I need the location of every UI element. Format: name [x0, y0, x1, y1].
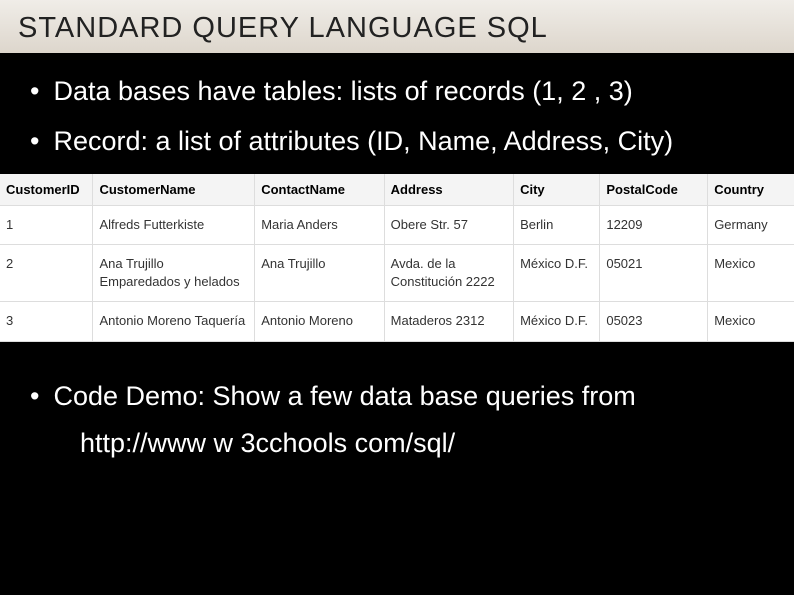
cell-postal: 12209: [600, 205, 708, 244]
bullet-text: Record: a list of attributes (ID, Name, …: [53, 123, 764, 159]
bullet-list-top: • Data bases have tables: lists of recor…: [0, 53, 794, 160]
cell-cname: Ana Trujillo Emparedados y helados: [93, 245, 255, 302]
data-table-wrap: CustomerID CustomerName ContactName Addr…: [0, 174, 794, 342]
cell-addr: Obere Str. 57: [384, 205, 513, 244]
bullet-marker: •: [30, 123, 39, 159]
cell-addr: Mataderos 2312: [384, 302, 513, 341]
table-row: 1 Alfreds Futterkiste Maria Anders Obere…: [0, 205, 794, 244]
cell-city: México D.F.: [514, 302, 600, 341]
cell-city: Berlin: [514, 205, 600, 244]
cell-country: Mexico: [708, 302, 794, 341]
cell-contact: Antonio Moreno: [255, 302, 384, 341]
col-header-cname: CustomerName: [93, 174, 255, 206]
bullet-item: • Data bases have tables: lists of recor…: [30, 73, 764, 109]
cell-country: Mexico: [708, 245, 794, 302]
bullet-item: • Record: a list of attributes (ID, Name…: [30, 123, 764, 159]
cell-id: 1: [0, 205, 93, 244]
cell-cname: Antonio Moreno Taquería: [93, 302, 255, 341]
table-header-row: CustomerID CustomerName ContactName Addr…: [0, 174, 794, 206]
col-header-contact: ContactName: [255, 174, 384, 206]
bullet-list-bottom: • Code Demo: Show a few data base querie…: [0, 342, 794, 414]
customers-table: CustomerID CustomerName ContactName Addr…: [0, 174, 794, 342]
cell-postal: 05021: [600, 245, 708, 302]
slide-title: STANDARD QUERY LANGUAGE SQL: [0, 0, 794, 53]
table-row: 2 Ana Trujillo Emparedados y helados Ana…: [0, 245, 794, 302]
bullet-text: Code Demo: Show a few data base queries …: [53, 378, 764, 414]
slide: STANDARD QUERY LANGUAGE SQL • Data bases…: [0, 0, 794, 595]
cell-contact: Ana Trujillo: [255, 245, 384, 302]
cell-contact: Maria Anders: [255, 205, 384, 244]
cell-id: 2: [0, 245, 93, 302]
cell-postal: 05023: [600, 302, 708, 341]
bullet-marker: •: [30, 73, 39, 109]
cell-addr: Avda. de la Constitución 2222: [384, 245, 513, 302]
cell-id: 3: [0, 302, 93, 341]
col-header-country: Country: [708, 174, 794, 206]
cell-city: México D.F.: [514, 245, 600, 302]
col-header-id: CustomerID: [0, 174, 93, 206]
table-row: 3 Antonio Moreno Taquería Antonio Moreno…: [0, 302, 794, 341]
cell-cname: Alfreds Futterkiste: [93, 205, 255, 244]
link-partial: http://www w 3cchools com/sql/: [0, 428, 794, 459]
bullet-text: Data bases have tables: lists of records…: [53, 73, 764, 109]
col-header-addr: Address: [384, 174, 513, 206]
bullet-marker: •: [30, 378, 39, 414]
cell-country: Germany: [708, 205, 794, 244]
bullet-item: • Code Demo: Show a few data base querie…: [30, 378, 764, 414]
col-header-postal: PostalCode: [600, 174, 708, 206]
col-header-city: City: [514, 174, 600, 206]
